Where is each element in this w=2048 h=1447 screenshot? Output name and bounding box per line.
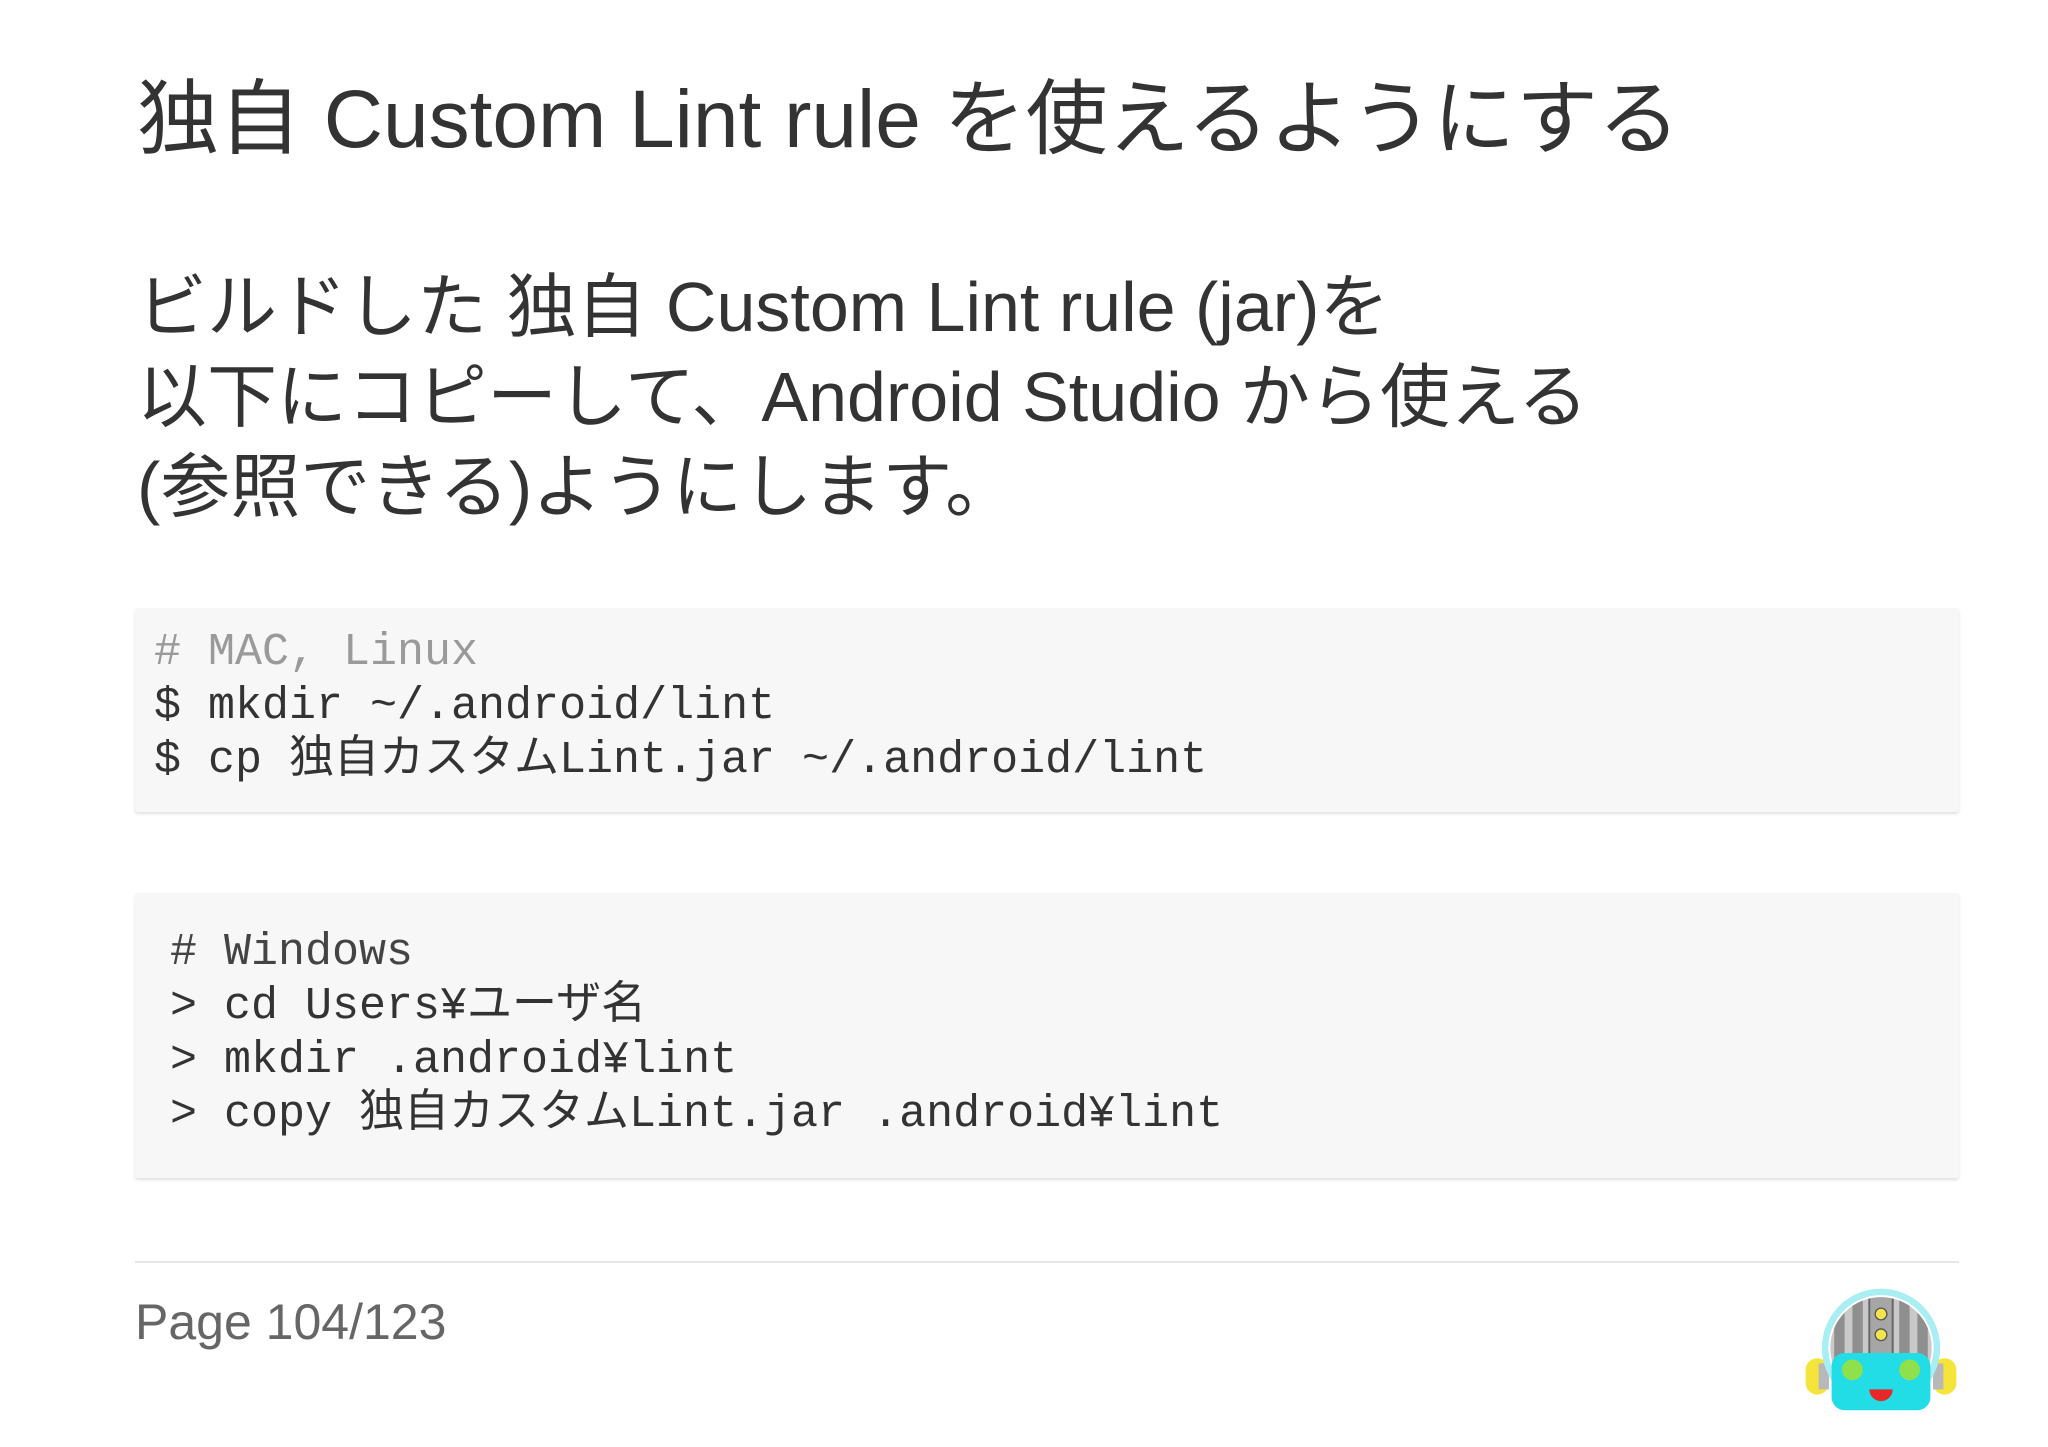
code-command-line: > cd Users¥ユーザ名 — [170, 981, 647, 1032]
robot-eye — [1842, 1359, 1863, 1381]
robot-mascot-icon — [1805, 1288, 1957, 1411]
code-command-line: $ cp 独自カスタムLint.jar ~/.android/lint — [154, 735, 1208, 786]
code-block-windows: # Windows > cd Users¥ユーザ名 > mkdir .andro… — [135, 893, 1959, 1178]
page-indicator: Page 104/123 — [135, 1294, 447, 1350]
code-block-mac-linux: # MAC, Linux $ mkdir ~/.android/lint $ c… — [135, 608, 1959, 812]
slide-body: ビルドした 独自 Custom Lint rule (jar)を 以下にコピーし… — [137, 262, 1588, 532]
body-line: ビルドした 独自 Custom Lint rule (jar)を — [137, 268, 1390, 346]
body-line: 以下にコピーして、Android Studio から使える — [137, 358, 1588, 436]
slide-title: 独自 Custom Lint rule を使えるようにする — [137, 74, 1680, 165]
robot-light — [1874, 1307, 1888, 1321]
code-command-line: > copy 独自カスタムLint.jar .android¥lint — [170, 1089, 1224, 1140]
code-comment-line: # Windows — [170, 927, 414, 978]
robot-eye — [1899, 1359, 1920, 1381]
slide: 独自 Custom Lint rule を使えるようにする ビルドした 独自 C… — [0, 0, 2048, 1447]
body-line: (参照できる)ようにします。 — [137, 448, 1016, 526]
robot-light — [1874, 1328, 1888, 1342]
code-command-line: > mkdir .android¥lint — [170, 1035, 738, 1086]
footer-divider — [135, 1261, 1959, 1263]
code-command-line: $ mkdir ~/.android/lint — [154, 681, 776, 732]
code-comment-line: # MAC, Linux — [154, 627, 479, 678]
